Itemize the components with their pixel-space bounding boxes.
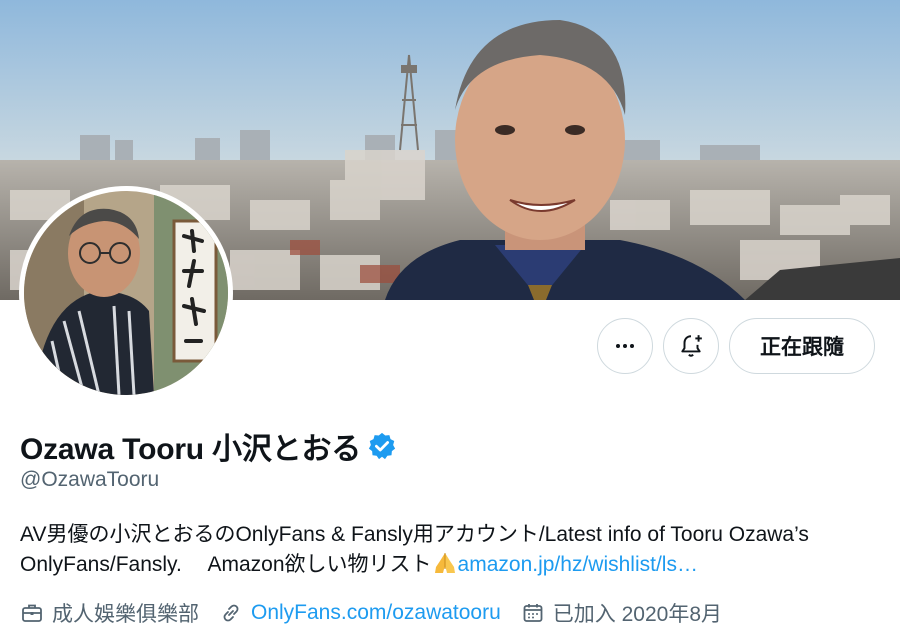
profile-avatar[interactable] (19, 186, 233, 400)
website-item: OnlyFans.com/ozawatooru (219, 601, 501, 625)
profile-bio: AV男優の小沢とおるのOnlyFans & Fansly用アカウント/Lates… (20, 520, 880, 580)
display-name: Ozawa Tooru 小沢とおる (20, 433, 362, 466)
joined-date: 已加入 2020年8月 (552, 603, 723, 626)
joined-item: 已加入 2020年8月 (521, 598, 722, 628)
more-options-button[interactable] (597, 318, 653, 374)
display-name-row: Ozawa Tooru 小沢とおる (20, 424, 397, 468)
profile-meta: 成人娛樂俱樂部 OnlyFans.com/ozawatooru 已加入 2020… (20, 598, 742, 628)
folded-hands-emoji (434, 553, 455, 573)
following-button[interactable]: 正在跟隨 (729, 318, 875, 374)
verified-badge-icon[interactable] (367, 431, 397, 461)
notifications-button[interactable] (663, 318, 719, 374)
briefcase-icon (22, 604, 42, 622)
bell-plus-icon (681, 335, 702, 357)
more-icon (616, 344, 634, 348)
website-link[interactable]: OnlyFans.com/ozawatooru (251, 601, 501, 625)
user-handle: @OzawaTooru (20, 468, 160, 491)
link-icon (223, 604, 239, 622)
category-item: 成人娛樂俱樂部 (20, 598, 199, 628)
bio-wishlist-link[interactable]: amazon.jp/hz/wishlist/ls… (458, 553, 698, 576)
category-label: 成人娛樂俱樂部 (52, 603, 199, 626)
calendar-icon (523, 604, 543, 622)
